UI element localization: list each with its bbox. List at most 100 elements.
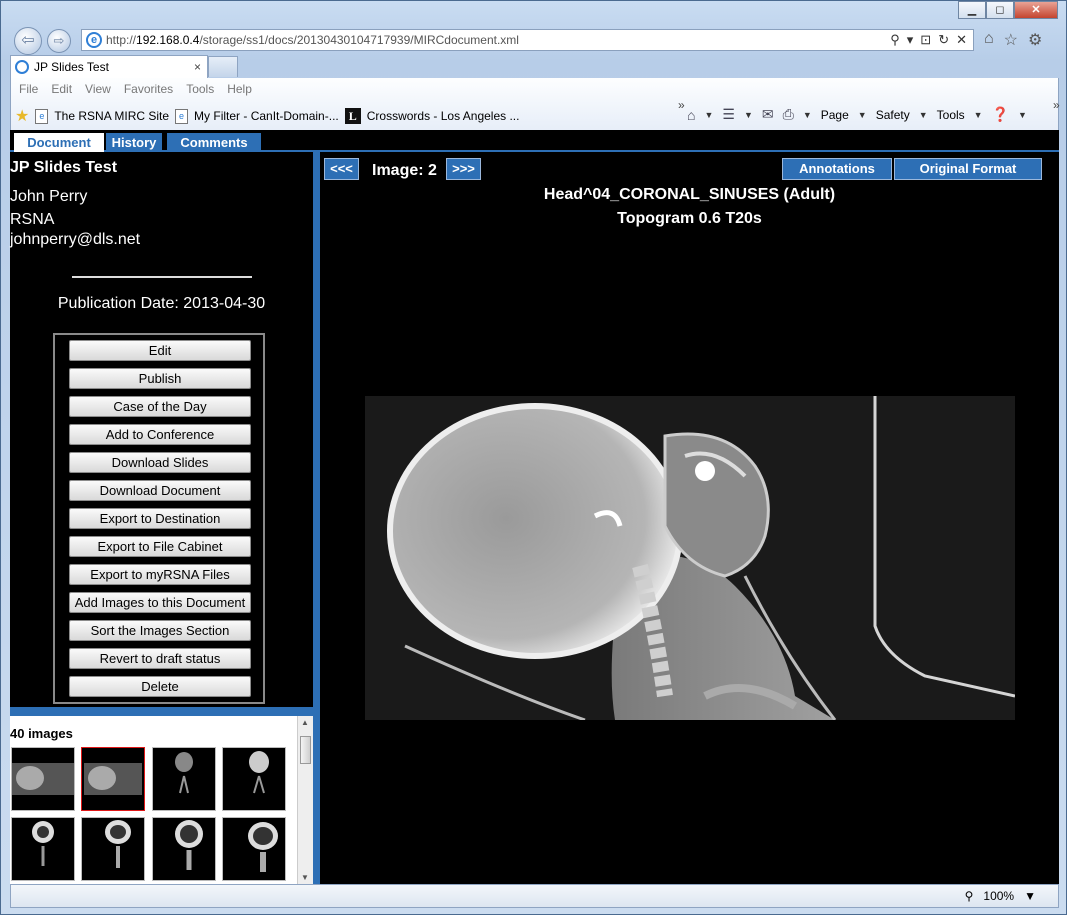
scrollbar-thumb[interactable] [300, 736, 311, 764]
thumbnail-4[interactable] [222, 747, 286, 811]
address-bar[interactable]: e http://192.168.0.4/storage/ss1/docs/20… [81, 29, 974, 51]
favorites-bar: ★ e The RSNA MIRC Site e My Filter - Can… [15, 106, 519, 126]
download-document-button[interactable]: Download Document [69, 480, 251, 501]
menu-help[interactable]: Help [227, 82, 252, 96]
menu-edit[interactable]: Edit [51, 82, 72, 96]
la-times-icon: L [344, 108, 361, 124]
menu-tools[interactable]: Tools [186, 82, 214, 96]
back-arrow-icon: ⇦ [21, 32, 35, 49]
original-format-button[interactable]: Original Format [894, 158, 1042, 180]
thumbnail-image [32, 821, 54, 866]
page-menu[interactable]: Page [821, 108, 849, 122]
safety-menu[interactable]: Safety [876, 108, 910, 122]
thumbnail-scrollbar[interactable]: ▲ ▼ [297, 716, 313, 884]
stop-icon[interactable]: ✕ [956, 32, 967, 48]
chevron-down-icon[interactable]: ▼ [858, 110, 867, 120]
thumbnail-6[interactable] [81, 817, 145, 881]
thumbnail-3[interactable] [152, 747, 216, 811]
add-to-conference-button[interactable]: Add to Conference [69, 424, 251, 445]
ie-page-icon: e [86, 32, 102, 48]
sort-images-button[interactable]: Sort the Images Section [69, 620, 251, 641]
chevron-down-icon[interactable]: ▼ [974, 110, 983, 120]
chevron-down-icon[interactable]: ▼ [744, 110, 753, 120]
browser-toolbars: File Edit View Favorites Tools Help ★ e … [10, 78, 1060, 130]
tab-history[interactable]: History [106, 133, 162, 152]
author-email: johnperry@dls.net [10, 231, 141, 248]
thumbnail-8[interactable] [222, 817, 286, 881]
print-icon[interactable]: ⎙ [783, 106, 794, 123]
thumbnail-image [248, 822, 278, 872]
forward-button[interactable]: ⇨ [47, 29, 71, 53]
thumbnail-7[interactable] [152, 817, 216, 881]
help-icon[interactable]: ❓ [992, 106, 1009, 123]
document-tabs: Document History Comments [10, 130, 1059, 152]
command-overflow-chevron[interactable]: » [1053, 98, 1060, 112]
gear-icon[interactable]: ⚙ [1028, 30, 1042, 50]
tab-document[interactable]: Document [14, 133, 104, 152]
refresh-icon[interactable]: ↻ [938, 32, 949, 48]
search-icon[interactable]: ⚲ [890, 32, 900, 48]
home-icon[interactable]: ⌂ [687, 107, 695, 123]
chevron-down-icon[interactable]: ▼ [919, 110, 928, 120]
zoom-level: 100% [983, 889, 1015, 903]
annotations-button[interactable]: Annotations [782, 158, 892, 180]
minimize-button[interactable]: ▁ [958, 1, 986, 19]
panel-separator [313, 152, 320, 884]
download-slides-button[interactable]: Download Slides [69, 452, 251, 473]
tools-menu[interactable]: Tools [937, 108, 965, 122]
case-of-the-day-button[interactable]: Case of the Day [69, 396, 251, 417]
export-to-myrsna-button[interactable]: Export to myRSNA Files [69, 564, 251, 585]
fav-rsna-mirc[interactable]: The RSNA MIRC Site [54, 109, 169, 123]
export-to-file-cabinet-button[interactable]: Export to File Cabinet [69, 536, 251, 557]
tab-close-icon[interactable]: × [194, 60, 201, 74]
home-icon[interactable]: ⌂ [984, 30, 994, 50]
chevron-down-icon[interactable]: ▼ [1024, 889, 1036, 903]
tab-comments[interactable]: Comments [167, 133, 261, 152]
thumbnail-5[interactable] [11, 817, 75, 881]
export-to-destination-button[interactable]: Export to Destination [69, 508, 251, 529]
maximize-button[interactable]: ◻ [986, 1, 1014, 19]
thumbnail-2-selected[interactable] [81, 747, 145, 811]
new-tab-button[interactable] [208, 56, 238, 77]
scroll-up-icon[interactable]: ▲ [301, 718, 309, 727]
chevron-down-icon[interactable]: ▼ [1018, 110, 1027, 120]
menu-bar: File Edit View Favorites Tools Help [19, 82, 252, 96]
browser-tab[interactable]: JP Slides Test × [10, 55, 208, 78]
delete-button[interactable]: Delete [69, 676, 251, 697]
publish-button[interactable]: Publish [69, 368, 251, 389]
fav-my-filter[interactable]: My Filter - CanIt-Domain-... [194, 109, 339, 123]
url-path: /storage/ss1/docs/20130430104717939/MIRC… [199, 33, 519, 47]
edit-button[interactable]: Edit [69, 340, 251, 361]
series-subtitle: Topogram 0.6 T20s [617, 210, 762, 227]
favorites-star-icon[interactable]: ☆ [1004, 30, 1018, 50]
chevron-down-icon[interactable]: ▼ [704, 110, 713, 120]
browser-right-icons: ⌂ ☆ ⚙ [984, 30, 1042, 50]
thumbnail-1[interactable] [11, 747, 75, 811]
feeds-icon[interactable]: ☰ [722, 106, 735, 123]
fav-crosswords[interactable]: Crosswords - Los Angeles ... [367, 109, 520, 123]
zoom-control[interactable]: ⚲ 100% ▼ [965, 889, 1036, 903]
panel-divider [10, 707, 313, 716]
dropdown-icon[interactable]: ▾ [907, 32, 914, 48]
ie-tab-icon [15, 60, 29, 74]
close-window-button[interactable]: ✕ [1014, 1, 1058, 19]
next-image-button[interactable]: >>> [446, 158, 481, 180]
back-button[interactable]: ⇦ [14, 27, 42, 55]
add-images-button[interactable]: Add Images to this Document [69, 592, 251, 613]
mail-icon[interactable]: ✉ [762, 106, 774, 123]
chevron-down-icon[interactable]: ▼ [803, 110, 812, 120]
page-content: Document History Comments JP Slides Test… [10, 130, 1059, 884]
forward-arrow-icon: ⇨ [53, 33, 65, 48]
command-bar: ⌂ ▼ ☰ ▼ ✉ ⎙ ▼ Page ▼ Safety ▼ Tools ▼ ❓ ▼ [687, 106, 1027, 123]
menu-file[interactable]: File [19, 82, 38, 96]
thumbnail-panel: 40 images ▲ ▼ [10, 716, 313, 884]
revert-to-draft-button[interactable]: Revert to draft status [69, 648, 251, 669]
prev-image-button[interactable]: <<< [324, 158, 359, 180]
favorites-star-add-icon[interactable]: ★ [15, 106, 29, 126]
menu-favorites[interactable]: Favorites [124, 82, 173, 96]
tab-title: JP Slides Test [34, 60, 109, 74]
scroll-down-icon[interactable]: ▼ [301, 873, 309, 882]
compat-view-icon[interactable]: ⊡ [920, 32, 931, 48]
menu-view[interactable]: View [85, 82, 111, 96]
favorites-overflow-chevron[interactable]: » [678, 98, 685, 112]
